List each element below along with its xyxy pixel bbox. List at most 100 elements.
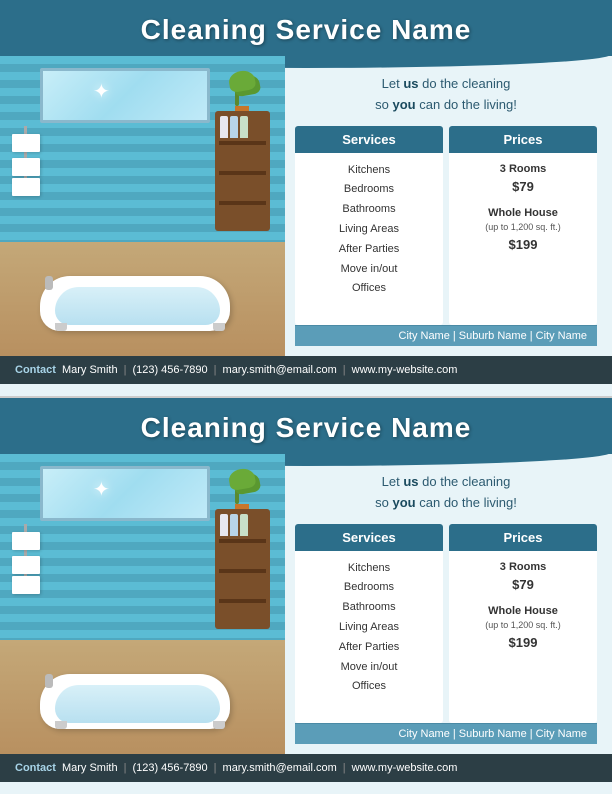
service-item-2a: Kitchens (301, 559, 437, 579)
price-value-1b: $199 (455, 235, 591, 255)
service-item-2f: Move in/out (301, 658, 437, 678)
service-item-2e: After Parties (301, 638, 437, 658)
price-value-2b: $199 (455, 633, 591, 653)
tagline-so-2: so (375, 495, 392, 510)
service-item-1a: Kitchens (301, 161, 437, 181)
towel-rack-1 (20, 126, 32, 196)
price-title-2a: 3 Rooms (455, 559, 591, 576)
price-value-1a: $79 (455, 177, 591, 197)
prices-body-1: 3 Rooms $79 Whole House (up to 1,200 sq.… (449, 153, 597, 271)
services-body-2: Kitchens Bedrooms Bathrooms Living Areas… (295, 551, 443, 706)
plant-2 (227, 464, 257, 514)
contact-bar-2: Contact Mary Smith | (123) 456-7890 | ma… (0, 754, 612, 782)
faucet-1 (45, 276, 53, 290)
services-col-1: Services Kitchens Bedrooms Bathrooms Liv… (295, 126, 443, 325)
plant-leaves-1 (227, 71, 257, 106)
bottle-3 (240, 116, 248, 138)
contact-phone-1: (123) 456-7890 (132, 364, 207, 376)
shelf-unit-2 (215, 509, 270, 629)
flyer-2: Cleaning Service Name (0, 398, 612, 794)
prices-header-2: Prices (449, 524, 597, 551)
price-title-2b: Whole House (455, 603, 591, 620)
bottle-2a (220, 514, 228, 536)
content-area-2: Let us do the cleaning so you can do the… (285, 454, 612, 754)
flyer-1-body: Let us do the cleaning so you can do the… (0, 56, 612, 356)
contact-bar-1: Contact Mary Smith | (123) 456-7890 | ma… (0, 356, 612, 384)
bottle-1 (220, 116, 228, 138)
services-header-1: Services (295, 126, 443, 153)
tub-foot-right-2 (213, 721, 225, 729)
price-note-1b: (up to 1,200 sq. ft.) (455, 221, 591, 235)
flyer-2-header: Cleaning Service Name (0, 398, 612, 454)
services-col-2: Services Kitchens Bedrooms Bathrooms Liv… (295, 524, 443, 723)
services-body-1: Kitchens Bedrooms Bathrooms Living Areas… (295, 153, 443, 308)
shelf-items-1 (220, 116, 265, 138)
service-item-2d: Living Areas (301, 618, 437, 638)
tagline-2: Let us do the cleaning so you can do the… (295, 472, 597, 514)
bathroom-illustration-2 (0, 454, 285, 754)
tagline-part3-1: can do the living! (416, 97, 517, 112)
price-value-2a: $79 (455, 575, 591, 595)
plant-leaves-2 (227, 469, 257, 504)
tagline-part2-2: do the cleaning (419, 474, 511, 489)
services-prices-2: Services Kitchens Bedrooms Bathrooms Liv… (295, 524, 597, 723)
flyer-1-title: Cleaning Service Name (0, 14, 612, 46)
towel-2b (12, 556, 40, 574)
shelf-items-2 (220, 514, 265, 536)
tagline-us-2: us (403, 474, 418, 489)
prices-col-2: Prices 3 Rooms $79 Whole House (up to 1,… (449, 524, 597, 723)
tub-inner-2 (55, 685, 220, 723)
bathroom-illustration-1 (0, 56, 285, 356)
price-group-2a: 3 Rooms $79 (455, 559, 591, 595)
service-item-2g: Offices (301, 677, 437, 697)
towel-2a (12, 532, 40, 550)
tagline-part2-1: do the cleaning (419, 76, 511, 91)
tagline-so-1: so (375, 97, 392, 112)
service-item-1f: Move in/out (301, 260, 437, 280)
services-prices-1: Services Kitchens Bedrooms Bathrooms Liv… (295, 126, 597, 325)
shelf-unit-1 (215, 111, 270, 231)
price-note-2b: (up to 1,200 sq. ft.) (455, 619, 591, 633)
tub-foot-left-2 (55, 721, 67, 729)
towel-1b (12, 158, 40, 176)
contact-name-1: Mary Smith (62, 364, 118, 376)
flyer-1: Cleaning Service Name (0, 0, 612, 396)
price-group-1a: 3 Rooms $79 (455, 161, 591, 197)
tagline-part1-1: Let (382, 76, 404, 91)
tub-body-1 (40, 276, 230, 331)
tub-body-2 (40, 674, 230, 729)
contact-phone-2: (123) 456-7890 (132, 762, 207, 774)
bottle-2b (230, 514, 238, 536)
service-item-1c: Bathrooms (301, 200, 437, 220)
city-bar-2: City Name | Suburb Name | City Name (295, 723, 597, 744)
flyer-1-header: Cleaning Service Name (0, 0, 612, 56)
content-area-1: Let us do the cleaning so you can do the… (285, 56, 612, 356)
services-header-2: Services (295, 524, 443, 551)
contact-name-2: Mary Smith (62, 762, 118, 774)
service-item-1g: Offices (301, 279, 437, 299)
prices-col-1: Prices 3 Rooms $79 Whole House (up to 1,… (449, 126, 597, 325)
contact-website-1: www.my-website.com (352, 364, 458, 376)
city-bar-1: City Name | Suburb Name | City Name (295, 325, 597, 346)
towel-rack-2 (20, 524, 32, 594)
contact-email-2: mary.smith@email.com (223, 762, 337, 774)
tub-foot-left-1 (55, 323, 67, 331)
tagline-you-2: you (393, 495, 416, 510)
window-1 (40, 68, 210, 123)
price-title-1b: Whole House (455, 205, 591, 222)
towel-2c (12, 576, 40, 594)
contact-label-1: Contact (15, 364, 56, 376)
tagline-you-1: you (393, 97, 416, 112)
price-title-1a: 3 Rooms (455, 161, 591, 178)
tagline-1: Let us do the cleaning so you can do the… (295, 74, 597, 116)
flyer-2-title: Cleaning Service Name (0, 412, 612, 444)
tub-foot-right-1 (213, 323, 225, 331)
prices-header-1: Prices (449, 126, 597, 153)
service-item-1d: Living Areas (301, 220, 437, 240)
bottle-2c (240, 514, 248, 536)
service-item-1b: Bedrooms (301, 180, 437, 200)
tub-inner-1 (55, 287, 220, 325)
service-item-2c: Bathrooms (301, 598, 437, 618)
tagline-part1-2: Let (382, 474, 404, 489)
tagline-us-1: us (403, 76, 418, 91)
